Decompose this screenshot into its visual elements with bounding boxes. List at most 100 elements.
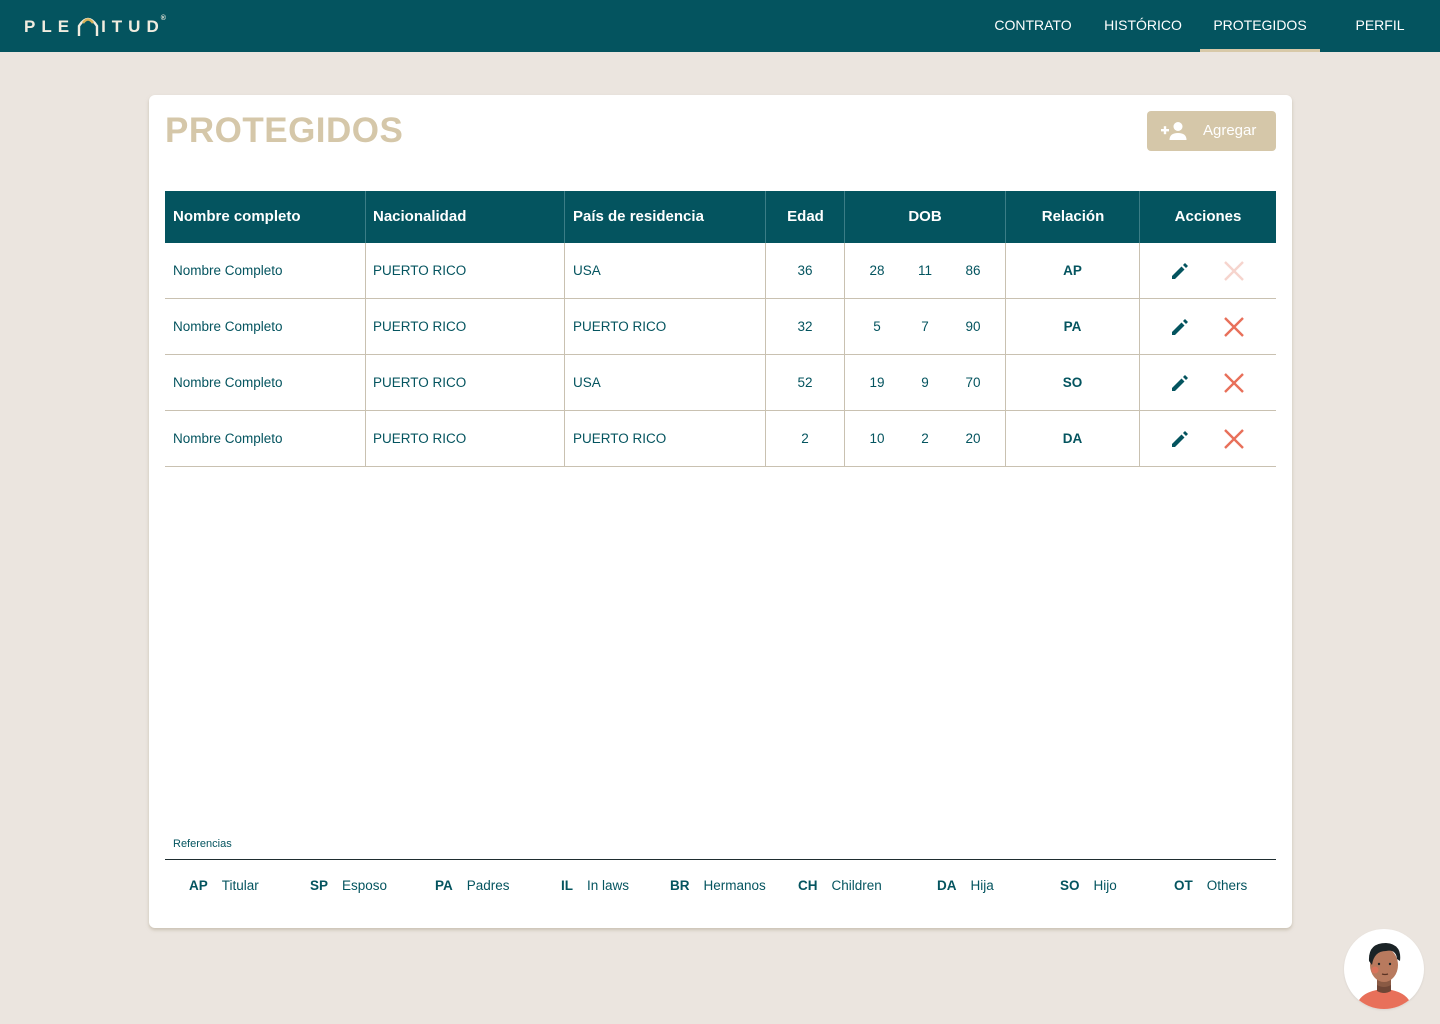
delete-button[interactable] xyxy=(1223,428,1245,450)
pencil-icon xyxy=(1172,375,1188,391)
col-relacion: Relación xyxy=(1005,191,1140,243)
reference-code: DA xyxy=(937,878,957,893)
reference-code: IL xyxy=(561,878,573,893)
table-header: Nombre completo Nacionalidad País de res… xyxy=(165,191,1276,243)
cell-edad: 2 xyxy=(801,431,809,446)
delete-button[interactable] xyxy=(1223,316,1245,338)
table-row: Nombre Completo PUERTO RICO USA 52 19 9 … xyxy=(165,355,1276,411)
reference-text: Children xyxy=(831,878,882,893)
reference-text: Hijo xyxy=(1093,878,1117,893)
nav-contrato[interactable]: CONTRATO xyxy=(983,0,1083,52)
reference-item: PA Padres xyxy=(435,878,510,893)
cell-relacion: SO xyxy=(1062,375,1083,390)
cell-edad: 52 xyxy=(797,375,813,390)
logo-text-right: ITUD xyxy=(101,17,165,36)
nav-historico[interactable]: HISTÓRICO xyxy=(1093,0,1193,52)
reference-code: CH xyxy=(798,878,818,893)
cell-residencia: PUERTO RICO xyxy=(573,431,667,446)
logo-arc-icon xyxy=(77,14,99,40)
delete-button-disabled[interactable] xyxy=(1223,260,1245,282)
col-nombre: Nombre completo xyxy=(173,208,301,225)
edit-button[interactable] xyxy=(1169,260,1191,282)
reference-item: CH Children xyxy=(798,878,882,893)
col-acciones: Acciones xyxy=(1139,191,1276,243)
col-pais-residencia: País de residencia xyxy=(564,191,765,243)
reference-item: OT Others xyxy=(1174,878,1247,893)
reference-text: Hermanos xyxy=(703,878,766,893)
cell-nombre: Nombre Completo xyxy=(173,319,283,334)
reference-item: BR Hermanos xyxy=(670,878,766,893)
reference-item: DA Hija xyxy=(937,878,994,893)
reference-text: Others xyxy=(1206,878,1248,893)
logo[interactable]: PLE ITUD ® xyxy=(24,14,166,40)
reference-text: Padres xyxy=(466,878,510,893)
pencil-icon xyxy=(1172,319,1188,335)
cell-nacionalidad: PUERTO RICO xyxy=(373,375,467,390)
pencil-icon xyxy=(1172,263,1188,279)
col-edad: Edad xyxy=(765,191,845,243)
cell-dob-year: 70 xyxy=(965,375,981,390)
reference-code: AP xyxy=(189,878,208,893)
cell-dob-day: 28 xyxy=(869,263,885,278)
delete-button[interactable] xyxy=(1223,372,1245,394)
cell-dob-day: 5 xyxy=(873,319,881,334)
reference-code: SP xyxy=(310,878,329,893)
add-protegido-button[interactable]: Agregar xyxy=(1147,111,1276,151)
user-avatar-icon xyxy=(1356,943,1412,1009)
cell-nacionalidad: PUERTO RICO xyxy=(373,319,467,334)
references-label: Referencias xyxy=(173,838,232,850)
cell-residencia: USA xyxy=(573,263,601,278)
close-icon xyxy=(1224,261,1244,281)
cell-relacion: DA xyxy=(1062,431,1083,446)
reference-text: In laws xyxy=(587,878,630,893)
logo-text-left: PLE xyxy=(24,17,76,36)
reference-text: Titular xyxy=(221,878,259,893)
edit-button[interactable] xyxy=(1169,316,1191,338)
col-dob: DOB xyxy=(844,191,1005,243)
table-row: Nombre Completo PUERTO RICO PUERTO RICO … xyxy=(165,299,1276,355)
cell-dob-month: 2 xyxy=(921,431,929,446)
add-button-label: Agregar xyxy=(1203,122,1257,139)
reference-item: SP Esposo xyxy=(310,878,387,893)
cell-nacionalidad: PUERTO RICO xyxy=(373,263,467,278)
cell-dob-month: 7 xyxy=(921,319,929,334)
table-row: Nombre Completo PUERTO RICO USA 36 28 11… xyxy=(165,243,1276,299)
top-bar: PLE ITUD ® CONTRATO HISTÓRICO PROTEGIDOS… xyxy=(0,0,1440,52)
reference-item: IL In laws xyxy=(561,878,629,893)
nav-perfil[interactable]: PERFIL xyxy=(1340,0,1420,52)
reference-item: AP Titular xyxy=(189,878,259,893)
cell-relacion: PA xyxy=(1063,319,1082,334)
cell-dob-month: 11 xyxy=(917,263,932,278)
logo-registered-mark: ® xyxy=(160,14,166,22)
cell-dob-day: 19 xyxy=(869,375,885,390)
cell-dob-year: 86 xyxy=(965,263,981,278)
pencil-icon xyxy=(1172,431,1188,447)
page-title: PROTEGIDOS xyxy=(165,111,404,150)
cell-nombre: Nombre Completo xyxy=(173,375,283,390)
cell-residencia: PUERTO RICO xyxy=(573,319,667,334)
user-avatar[interactable] xyxy=(1344,929,1424,1009)
reference-code: SO xyxy=(1060,878,1080,893)
close-icon xyxy=(1224,317,1244,337)
cell-edad: 32 xyxy=(797,319,813,334)
col-nacionalidad: Nacionalidad xyxy=(365,191,565,243)
cell-dob-year: 20 xyxy=(965,431,981,446)
cell-nombre: Nombre Completo xyxy=(173,431,283,446)
reference-item: SO Hijo xyxy=(1060,878,1117,893)
close-icon xyxy=(1224,373,1244,393)
close-icon xyxy=(1224,429,1244,449)
edit-button[interactable] xyxy=(1169,428,1191,450)
edit-button[interactable] xyxy=(1169,372,1191,394)
cell-relacion: AP xyxy=(1063,263,1082,278)
cell-nacionalidad: PUERTO RICO xyxy=(373,431,467,446)
reference-code: BR xyxy=(670,878,690,893)
reference-text: Esposo xyxy=(342,878,388,893)
person-add-icon xyxy=(1161,121,1189,141)
cell-edad: 36 xyxy=(797,263,813,278)
reference-text: Hija xyxy=(970,878,994,893)
protegidos-card: PROTEGIDOS Agregar Nombre completo Nacio… xyxy=(149,95,1292,928)
cell-dob-month: 9 xyxy=(921,375,929,390)
nav-protegidos[interactable]: PROTEGIDOS xyxy=(1200,0,1320,52)
references-divider xyxy=(165,859,1276,860)
cell-nombre: Nombre Completo xyxy=(173,263,283,278)
